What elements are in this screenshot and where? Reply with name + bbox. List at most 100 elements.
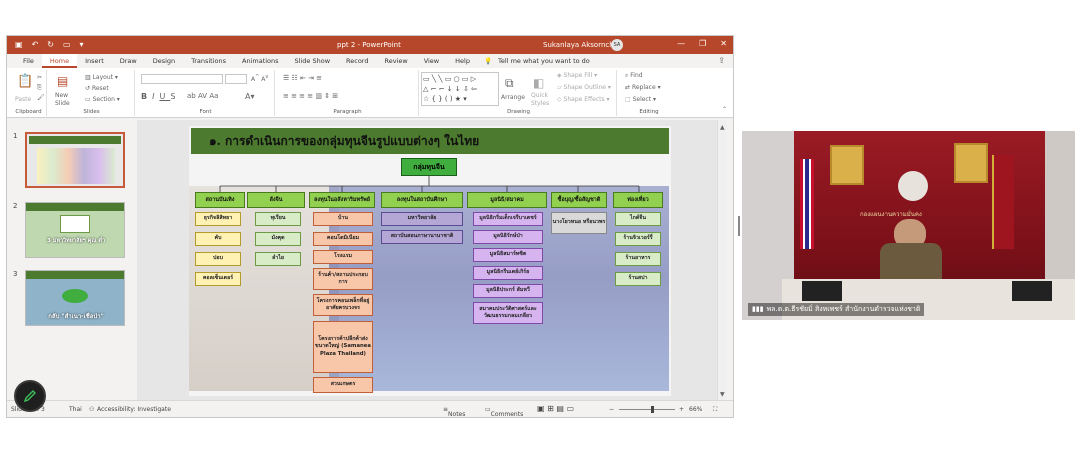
quick-styles-icon[interactable]: ◧ [533, 76, 544, 90]
scroll-down-icon[interactable]: ▼ [720, 391, 725, 398]
scroll-up-icon[interactable]: ▲ [720, 124, 725, 131]
minimize-icon[interactable]: — [677, 39, 685, 48]
replace-label: Replace [631, 84, 656, 91]
column-header: ท่องเที่ยว [613, 192, 663, 208]
avatar[interactable]: SA [611, 39, 623, 51]
vertical-scrollbar[interactable]: ▲ ▼ [717, 120, 727, 402]
slide-canvas[interactable]: ๑. การดำเนินการของกลุ่มทุนจีนรูปแบบต่างๆ… [189, 126, 671, 396]
annotate-pen-button[interactable] [14, 380, 46, 412]
tab-review[interactable]: Review [376, 54, 415, 68]
tab-view[interactable]: View [416, 54, 447, 68]
paste-icon[interactable]: 📋 [17, 74, 33, 89]
thumbnail-number: 2 [13, 202, 18, 210]
tab-help[interactable]: Help [447, 54, 478, 68]
tab-slide-show[interactable]: Slide Show [287, 54, 338, 68]
copy-icon[interactable]: ⎘ [37, 84, 42, 92]
new-slide-button[interactable]: New Slide [55, 92, 70, 108]
participant-name: ▮▮▮ พล.ต.ต.ธีรชัยมิ่ สิงหเพชร์ สำนักงานตำ… [748, 303, 925, 316]
notes-button[interactable]: ≡ Notes [443, 406, 465, 417]
save-icon[interactable]: ▣ [15, 40, 23, 49]
view-buttons[interactable]: ▣ ⊞ ▤ ▭ [537, 404, 574, 413]
grow-font-icon[interactable]: A^ Av [251, 74, 268, 83]
tab-file[interactable]: File [15, 54, 42, 68]
arrange-button[interactable]: Arrange [501, 94, 525, 101]
tab-transitions[interactable]: Transitions [183, 54, 234, 68]
bullets-icon[interactable]: ☰ ☷ ⇤ ⇥ ≡ [283, 74, 322, 82]
select-label: Select [632, 96, 652, 103]
format-painter-icon[interactable]: 🖌 [37, 94, 45, 101]
character-spacing-icon[interactable]: ab AV Aa [187, 92, 218, 100]
slide-thumbnail-1[interactable] [25, 132, 125, 188]
section-button[interactable]: ▭ Section ▾ [85, 96, 120, 103]
quick-styles-button[interactable]: Quick Styles [531, 92, 549, 108]
accessibility-status[interactable]: Accessibility: Investigate [97, 406, 171, 413]
collapse-ribbon-icon[interactable]: ⌃ [722, 106, 727, 113]
slide-thumbnail-2[interactable]: 3 มหาวิทยาลัยฯ คุณ ต่ำ [25, 202, 125, 258]
tab-animations[interactable]: Animations [234, 54, 287, 68]
accessibility-icon: ⚇ [89, 406, 95, 413]
column-item: สมาคมประวัติศาสตร์และวัฒนธรรมกลมเกลียว [473, 302, 543, 324]
new-slide-icon[interactable]: ▤ [57, 74, 68, 88]
zoom-slider[interactable] [619, 409, 675, 410]
shapes-gallery[interactable]: ▭ ╲ ╲ ▭ ○ ▭ ▷ △ ⌐ ⌐ ↓ ↓ ⇩ ⇦ ☆ { } ( ) ★ ▾ [421, 72, 499, 106]
shape-effects-button[interactable]: ◇ Shape Effects ▾ [557, 96, 610, 103]
zoom-slider-thumb[interactable] [651, 406, 654, 413]
zoom-out-icon[interactable]: − [609, 406, 614, 413]
font-name-field[interactable] [141, 74, 223, 84]
lightbulb-icon: 💡 [483, 57, 493, 65]
column-item: ร้านจิวเวอร์รี่ [615, 232, 661, 246]
column-item: ลำไย [255, 252, 301, 266]
slide-editor: ๑. การดำเนินการของกลุ่มทุนจีนรูปแบบต่างๆ… [137, 120, 727, 402]
undo-icon[interactable]: ↶ [32, 40, 39, 49]
paste-button[interactable]: Paste [15, 96, 31, 103]
column-item: บ้าน [313, 212, 373, 226]
select-button[interactable]: ⬚ Select ▾ [625, 96, 656, 103]
column-header: สถานบันเทิง [195, 192, 245, 208]
arrange-icon[interactable]: ⧉ [505, 76, 514, 91]
find-button[interactable]: ⌕ Find [625, 72, 643, 80]
customize-toolbar-icon[interactable]: ▾ [80, 40, 84, 49]
ribbon-home: 📋 Paste ✂ ⎘ 🖌 Clipboard ▤ New Slide ▥ La… [7, 68, 733, 118]
shape-outline-button[interactable]: ▱ Shape Outline ▾ [557, 84, 611, 91]
column-item: ธุรกิจลิสิทธา [195, 212, 241, 226]
column-item: โรงแรม [313, 250, 373, 264]
language-indicator[interactable]: Thai [69, 406, 82, 413]
fit-slide-icon[interactable]: ⛶ [713, 406, 717, 414]
font-size-field[interactable] [225, 74, 247, 84]
tab-design[interactable]: Design [145, 54, 183, 68]
portrait-frame [954, 143, 988, 183]
replace-button[interactable]: ⇄ Replace ▾ [625, 84, 661, 91]
share-icon[interactable]: ⇪ [718, 56, 725, 65]
comments-button[interactable]: ▭ Comments [485, 406, 523, 417]
start-from-beginning-icon[interactable]: ▭ [63, 40, 71, 49]
column-item: ไกด์จีน [615, 212, 661, 226]
group-clipboard: 📋 Paste ✂ ⎘ 🖌 Clipboard [11, 70, 47, 116]
close-icon[interactable]: ✕ [720, 39, 727, 48]
quick-access-toolbar: ▣ ↶ ↻ ▭ ▾ [15, 40, 84, 49]
slide-thumbnail-3[interactable]: กลับ "สำเนา-เชือป่า" [25, 270, 125, 326]
zoom-in-icon[interactable]: + [679, 406, 684, 413]
thumbnail-caption: กลับ "สำเนา-เชือป่า" [48, 313, 104, 320]
font-style-buttons[interactable]: BIUS [141, 92, 180, 101]
align-icons[interactable]: ≡ ≡ ≡ ≡ ▥ ⇕ ⊞ [283, 92, 338, 100]
tab-record[interactable]: Record [338, 54, 376, 68]
zoom-level[interactable]: 66% [689, 406, 702, 413]
layout-button[interactable]: ▥ Layout ▾ [85, 74, 118, 81]
resize-handle[interactable] [738, 216, 740, 236]
column-item: โครงการคอนเพล็กที่อยู่อาศัยครบวงจร [313, 294, 373, 316]
column-item: มังคุด [255, 232, 301, 246]
reset-button[interactable]: ↺ Reset [85, 85, 109, 92]
column-header: ลังจีน [247, 192, 305, 208]
redo-icon[interactable]: ↻ [47, 40, 54, 49]
tab-draw[interactable]: Draw [112, 54, 145, 68]
restore-icon[interactable]: ❐ [699, 39, 706, 48]
tell-me-search[interactable]: Tell me what you want to do [492, 57, 590, 65]
tab-insert[interactable]: Insert [77, 54, 112, 68]
shape-fill-button[interactable]: ◈ Shape Fill ▾ [557, 72, 597, 79]
column-item: ทุเรียน [255, 212, 301, 226]
column-item: ร้านค้า/สถานประกอบการ [313, 268, 373, 290]
font-label: Font [199, 109, 212, 115]
cut-icon[interactable]: ✂ [37, 74, 42, 81]
tab-home[interactable]: Home [41, 54, 78, 68]
font-color-icon[interactable]: A▾ [245, 92, 255, 101]
